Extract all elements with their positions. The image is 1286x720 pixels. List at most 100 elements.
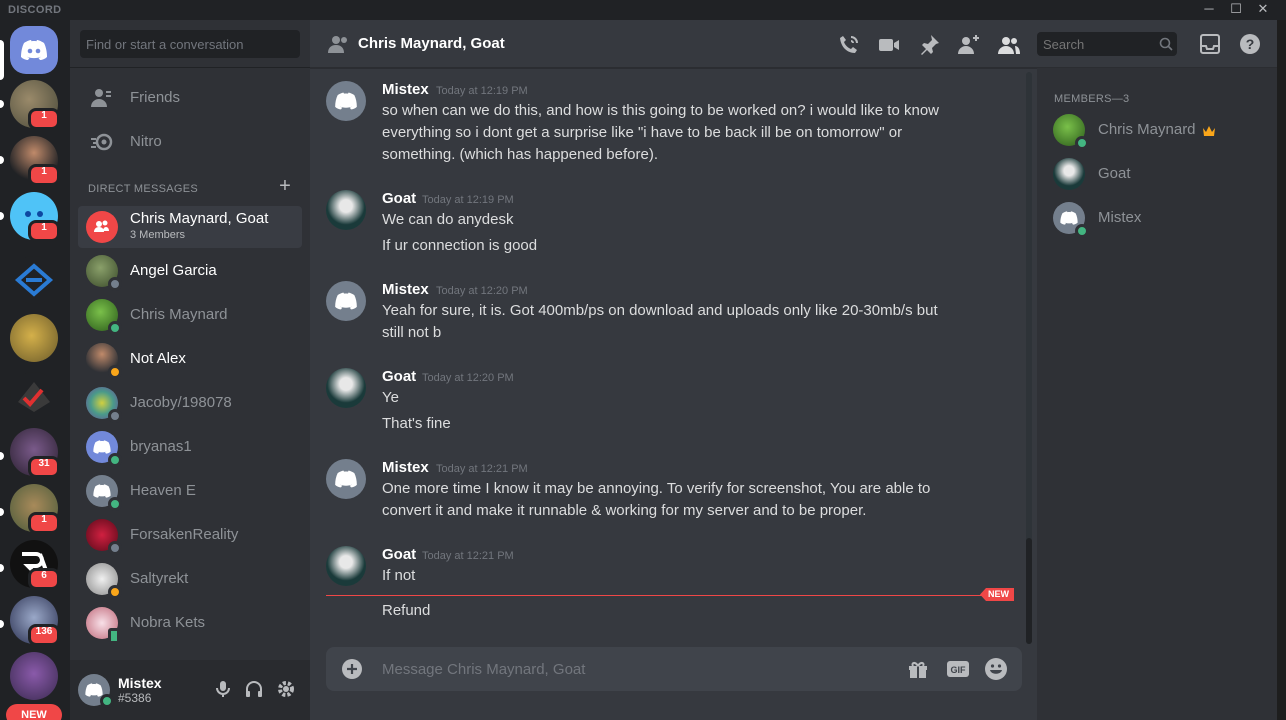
mention-badge: 1 <box>28 164 60 186</box>
member-list-icon[interactable] <box>997 33 1021 57</box>
gif-icon[interactable]: GIF <box>946 657 970 681</box>
dm-item-angel-garcia[interactable]: Angel Garcia <box>78 250 302 292</box>
start-video-call-icon[interactable] <box>877 33 901 57</box>
dm-item-bryanas1[interactable]: bryanas1 <box>78 426 302 468</box>
settings-gear-icon[interactable] <box>276 679 296 699</box>
dm-item-nobra-kets[interactable]: Nobra Kets <box>78 602 302 644</box>
unread-pill <box>0 452 4 460</box>
server-cat[interactable]: 1 <box>10 80 60 130</box>
dm-item-not-alex[interactable]: Not Alex <box>78 338 302 380</box>
rz-logo <box>10 652 58 700</box>
user-panel: Mistex #5386 <box>70 660 310 720</box>
server-rz[interactable] <box>10 652 58 700</box>
search-input[interactable] <box>1037 32 1157 56</box>
server-yellow[interactable] <box>10 314 58 362</box>
discord-default-avatar-icon[interactable] <box>326 459 366 499</box>
message-author[interactable]: Goat <box>382 368 416 385</box>
server-rune-list[interactable] <box>10 372 58 420</box>
discord-default-avatar-icon[interactable] <box>326 81 366 121</box>
add-friends-to-dm-icon[interactable] <box>957 33 981 57</box>
maximize-button[interactable]: ☐ <box>1223 0 1249 20</box>
message-timestamp: Today at 12:19 PM <box>436 85 528 97</box>
home-button[interactable] <box>10 26 58 74</box>
help-icon[interactable]: ? <box>1239 33 1261 55</box>
dm-name: Nobra Kets <box>130 614 206 631</box>
goat-avatar[interactable] <box>326 546 366 586</box>
upload-plus-icon[interactable] <box>342 659 362 679</box>
server-blue-creature[interactable]: 136 <box>10 596 60 646</box>
member-chris-maynard[interactable]: Chris Maynard <box>1045 109 1269 151</box>
member-goat[interactable]: Goat <box>1045 153 1269 195</box>
message-author[interactable]: Mistex <box>382 459 429 476</box>
minimize-button[interactable]: ─ <box>1196 0 1222 20</box>
search-box[interactable] <box>1037 32 1177 56</box>
message-text: If ur connection is good <box>382 237 538 254</box>
group-icon <box>328 36 347 53</box>
server-person[interactable]: 1 <box>10 136 60 186</box>
message-author[interactable]: Goat <box>382 190 416 207</box>
crown-icon <box>1203 126 1215 136</box>
message-text: We can do anydesk <box>382 211 514 228</box>
dm-item-jacoby[interactable]: Jacoby/198078 <box>78 382 302 424</box>
dm-item-heaven-e[interactable]: Heaven E <box>78 470 302 512</box>
discord-default-avatar-icon[interactable] <box>326 281 366 321</box>
start-voice-call-icon[interactable] <box>837 33 861 57</box>
dm-name: Jacoby/198078 <box>130 394 232 411</box>
find-conversation-input[interactable] <box>80 30 300 58</box>
triangle-logo <box>10 256 58 304</box>
mention-badge: 136 <box>28 624 60 646</box>
status-online-icon <box>1075 224 1089 238</box>
message-timestamp: Today at 12:20 PM <box>436 285 528 297</box>
message-author[interactable]: Mistex <box>382 281 429 298</box>
status-offline-icon <box>108 541 122 555</box>
status-online-icon <box>108 453 122 467</box>
server-knight[interactable]: 31 <box>10 428 60 478</box>
dm-name: Saltyrekt <box>130 570 189 587</box>
pinned-messages-icon[interactable] <box>917 33 941 57</box>
members-header: MEMBERS—3 <box>1054 93 1130 105</box>
gift-icon[interactable] <box>906 657 930 681</box>
create-dm-button[interactable]: + <box>275 176 295 197</box>
server-list: 1 1 1 31 1 6 136 NEW <box>0 20 70 720</box>
server-triangle[interactable] <box>10 256 58 304</box>
discord-window: DISCORD ─ ☐ ✕ 1 1 1 31 1 6 136 NEW Find … <box>0 0 1286 720</box>
close-button[interactable]: ✕ <box>1250 0 1276 20</box>
svg-text:?: ? <box>1246 36 1255 52</box>
scrollbar-thumb[interactable] <box>1026 538 1032 644</box>
title-bar: DISCORD ─ ☐ ✕ <box>0 0 1286 20</box>
message-text: One more time I know it may be annoying.… <box>382 480 931 497</box>
dm-item-saltyrekt[interactable]: Saltyrekt <box>78 558 302 600</box>
nitro-nav-item[interactable]: Nitro <box>78 122 302 162</box>
message-author[interactable]: Goat <box>382 546 416 563</box>
server-cat-meme[interactable]: 1 <box>10 484 60 534</box>
goat-avatar[interactable] <box>326 190 366 230</box>
dm-item-group[interactable]: Chris Maynard, Goat 3 Members <box>78 206 302 248</box>
status-online-icon <box>1075 136 1089 150</box>
dm-item-chris-maynard[interactable]: Chris Maynard <box>78 294 302 336</box>
channel-title: Chris Maynard, Goat <box>358 35 505 52</box>
message-timestamp: Today at 12:20 PM <box>422 372 514 384</box>
inbox-icon[interactable] <box>1199 33 1221 55</box>
goat-avatar[interactable] <box>326 368 366 408</box>
server-ra[interactable]: 6 <box>10 540 60 590</box>
chat-header: Chris Maynard, Goat <box>310 20 1037 68</box>
message-text: something. (which has happened before). <box>382 146 659 163</box>
dm-name: ForsakenReality <box>130 526 239 543</box>
microphone-icon[interactable] <box>213 679 233 699</box>
background-window-edge <box>1277 20 1286 720</box>
message-input[interactable] <box>382 647 882 691</box>
unread-pill <box>0 564 4 572</box>
nitro-icon <box>91 133 113 151</box>
headphones-icon[interactable] <box>244 679 264 699</box>
message-text: If not <box>382 567 416 584</box>
member-mistex[interactable]: Mistex <box>1045 197 1269 239</box>
message-author[interactable]: Mistex <box>382 81 429 98</box>
username: Mistex <box>118 675 162 691</box>
emoji-icon[interactable] <box>984 657 1008 681</box>
dm-item-forsakenreality[interactable]: ForsakenReality <box>78 514 302 556</box>
server-blue[interactable]: 1 <box>10 192 60 242</box>
new-unreads-button[interactable]: NEW <box>6 704 62 720</box>
member-name: Chris Maynard <box>1098 121 1196 138</box>
dm-name: Chris Maynard <box>130 306 228 323</box>
friends-nav-item[interactable]: Friends <box>78 78 302 118</box>
